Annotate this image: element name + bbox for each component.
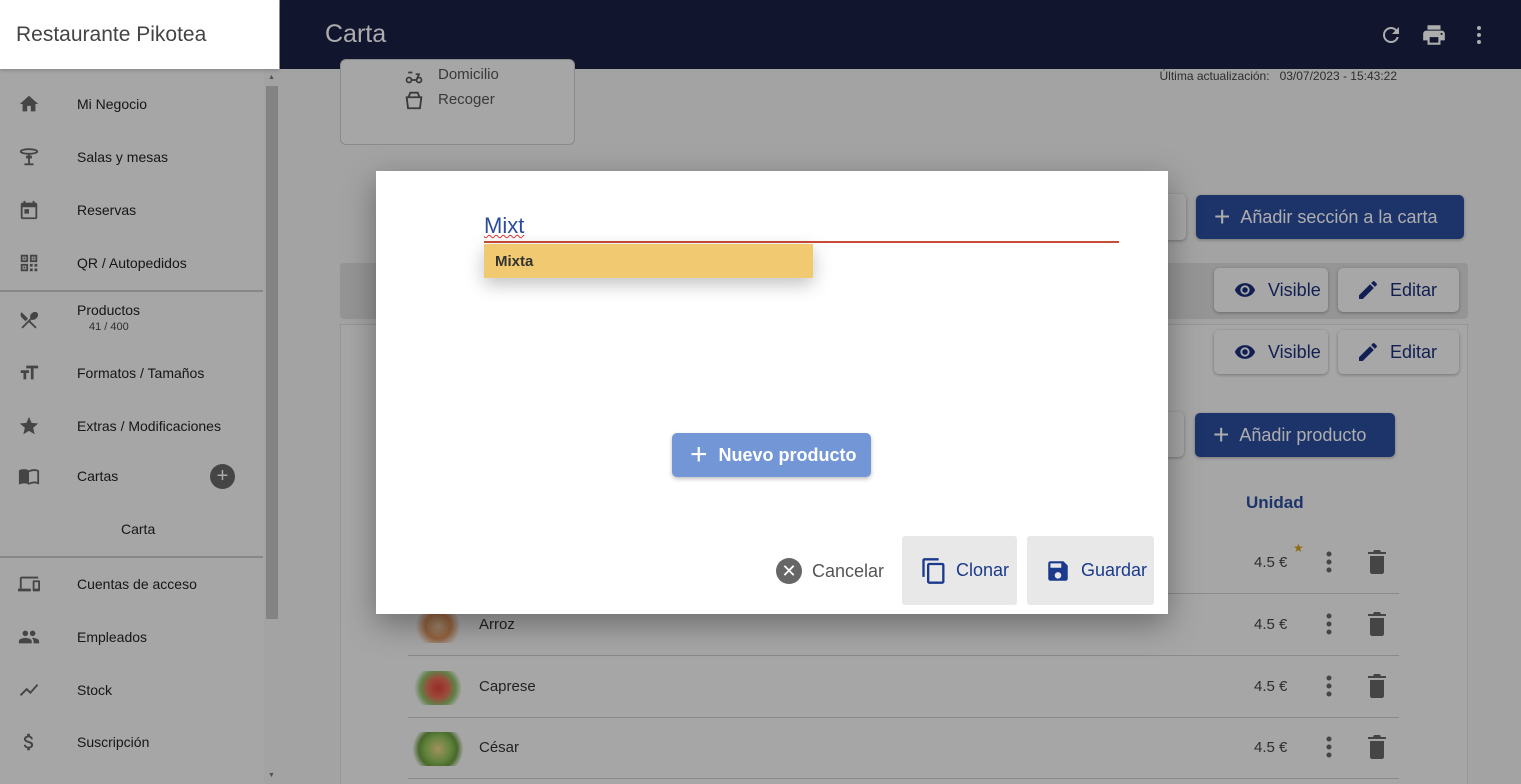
copy-icon	[922, 557, 945, 584]
clone-label: Clonar	[956, 560, 1010, 580]
clone-button[interactable]: Clonar	[902, 536, 1017, 605]
product-search-input[interactable]	[484, 211, 1119, 243]
restaurant-name: Restaurante Pikotea	[0, 0, 279, 69]
save-icon	[1048, 560, 1068, 581]
save-label: Guardar	[1081, 560, 1148, 580]
new-product-label: Nuevo producto	[718, 444, 857, 465]
cancel-button[interactable]: ✕ Cancelar	[776, 556, 884, 586]
cancel-label: Cancelar	[812, 560, 885, 581]
autocomplete-option[interactable]: Mixta	[484, 244, 813, 278]
cancel-circle-icon: ✕	[776, 558, 802, 584]
plus-icon: +	[690, 438, 708, 471]
save-button[interactable]: Guardar	[1027, 536, 1154, 605]
new-product-button[interactable]: + Nuevo producto	[672, 433, 871, 477]
product-dialog: Mixta + Nuevo producto ✕ Cancelar Clonar…	[376, 171, 1168, 614]
